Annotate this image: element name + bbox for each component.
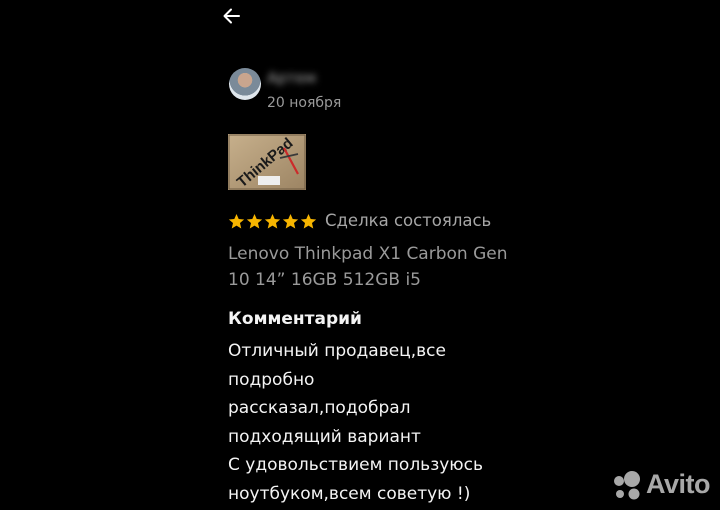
comment-line: Отличный продавец,все [228, 341, 446, 361]
rating-row: Сделка состоялась [228, 209, 491, 233]
star-icon [282, 213, 299, 228]
author-name[interactable]: Артем [267, 69, 341, 87]
avito-watermark: Avito [611, 469, 711, 500]
comment-line: подходящий вариант [228, 426, 421, 447]
comment-line: ноутбуком,всем советую !) [228, 483, 471, 504]
back-button[interactable] [221, 5, 243, 27]
author-block: Артем 20 ноября [267, 68, 341, 112]
deal-status: Сделка состоялась [325, 211, 492, 230]
user-avatar[interactable] [229, 68, 261, 100]
product-title[interactable]: Lenovo Thinkpad X1 Carbon Gen 10 14” 16G… [228, 241, 528, 293]
comment-line: С удовольствием пользуюсь [228, 455, 483, 476]
review-photo[interactable]: ThinkPad [228, 134, 306, 191]
star-icon [246, 213, 263, 228]
review-header: Артем 20 ноября [229, 68, 341, 112]
star-rating [228, 213, 317, 230]
star-icon [264, 213, 281, 228]
avito-logo-icon [614, 470, 640, 499]
comment-text: Отличный продавец,все подробно рассказал,п… [228, 337, 528, 509]
star-icon [228, 213, 245, 228]
comment-line: рассказал,подобрал [228, 398, 411, 419]
comment-heading: Комментарий [228, 309, 362, 329]
arrow-left-icon [223, 8, 240, 24]
comment-line: подробно [228, 369, 315, 390]
watermark-brand: Avito [646, 469, 711, 499]
review-date: 20 ноября [267, 95, 342, 111]
star-icon [300, 213, 317, 228]
